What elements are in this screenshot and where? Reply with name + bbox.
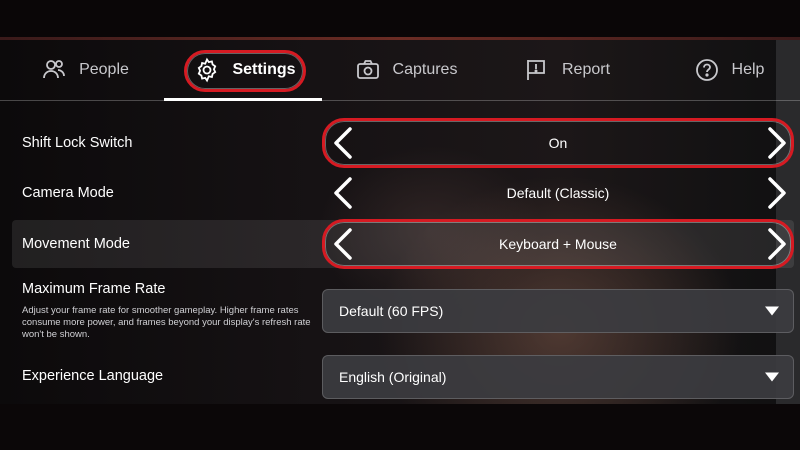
tab-help[interactable]: Help: [682, 40, 776, 100]
shift-lock-next-button[interactable]: [764, 126, 790, 160]
settings-screen: People Settings Captures Report Help Shi…: [0, 0, 800, 450]
movement-mode-label: Movement Mode: [22, 236, 130, 252]
tab-people[interactable]: People: [30, 40, 140, 100]
camera-mode-value: Default (Classic): [506, 185, 610, 201]
tab-report[interactable]: Report: [512, 40, 622, 100]
caret-down-icon: [765, 372, 779, 382]
tab-settings-label: Settings: [232, 61, 296, 78]
chevron-left-icon: [334, 228, 352, 260]
movement-mode-row: Movement Mode Keyboard + Mouse: [12, 220, 794, 268]
camera-mode-stepper: Default (Classic): [322, 170, 794, 216]
caret-down-icon: [765, 306, 779, 316]
tab-people-label: People: [79, 61, 129, 78]
chevron-right-icon: [768, 177, 786, 209]
movement-mode-next-button[interactable]: [764, 227, 790, 261]
movement-mode-stepper: Keyboard + Mouse: [322, 220, 794, 268]
frame-rate-label: Maximum Frame Rate: [22, 281, 166, 297]
chevron-right-icon: [768, 127, 786, 159]
frame-rate-description: Adjust your frame rate for smoother game…: [22, 305, 311, 340]
tab-captures[interactable]: Captures: [344, 40, 468, 100]
tab-help-label: Help: [731, 61, 765, 78]
question-icon: [695, 59, 718, 81]
camera-mode-next-button[interactable]: [764, 176, 790, 210]
frame-rate-dropdown[interactable]: Default (60 FPS): [322, 289, 794, 333]
bottom-bar: [0, 404, 800, 450]
gear-icon: [198, 57, 217, 83]
chevron-right-icon: [768, 228, 786, 260]
language-label: Experience Language: [22, 368, 164, 384]
frame-rate-value: Default (60 FPS): [339, 303, 444, 319]
shift-lock-value: On: [548, 135, 568, 151]
camera-icon: [356, 60, 379, 79]
chevron-left-icon: [334, 127, 352, 159]
camera-mode-label: Camera Mode: [22, 185, 114, 201]
language-dropdown[interactable]: English (Original): [322, 355, 794, 399]
shift-lock-prev-button[interactable]: [330, 126, 356, 160]
camera-mode-prev-button[interactable]: [330, 176, 356, 210]
language-value: English (Original): [339, 369, 447, 385]
menu-tabs: People Settings Captures Report Help: [0, 40, 800, 102]
people-icon: [43, 60, 65, 79]
flag-icon: [527, 60, 545, 80]
shift-lock-row: Shift Lock Switch On: [12, 120, 794, 166]
top-bar: [0, 0, 800, 38]
camera-mode-row: Camera Mode Default (Classic): [12, 170, 794, 216]
chevron-left-icon: [334, 177, 352, 209]
movement-mode-prev-button[interactable]: [330, 227, 356, 261]
shift-lock-stepper: On: [322, 120, 794, 166]
tab-settings[interactable]: Settings: [184, 40, 306, 100]
tab-report-label: Report: [561, 61, 611, 78]
tabs-divider: [0, 100, 800, 101]
movement-mode-value: Keyboard + Mouse: [499, 236, 617, 252]
shift-lock-label: Shift Lock Switch: [22, 135, 133, 151]
tab-captures-label: Captures: [392, 61, 458, 78]
